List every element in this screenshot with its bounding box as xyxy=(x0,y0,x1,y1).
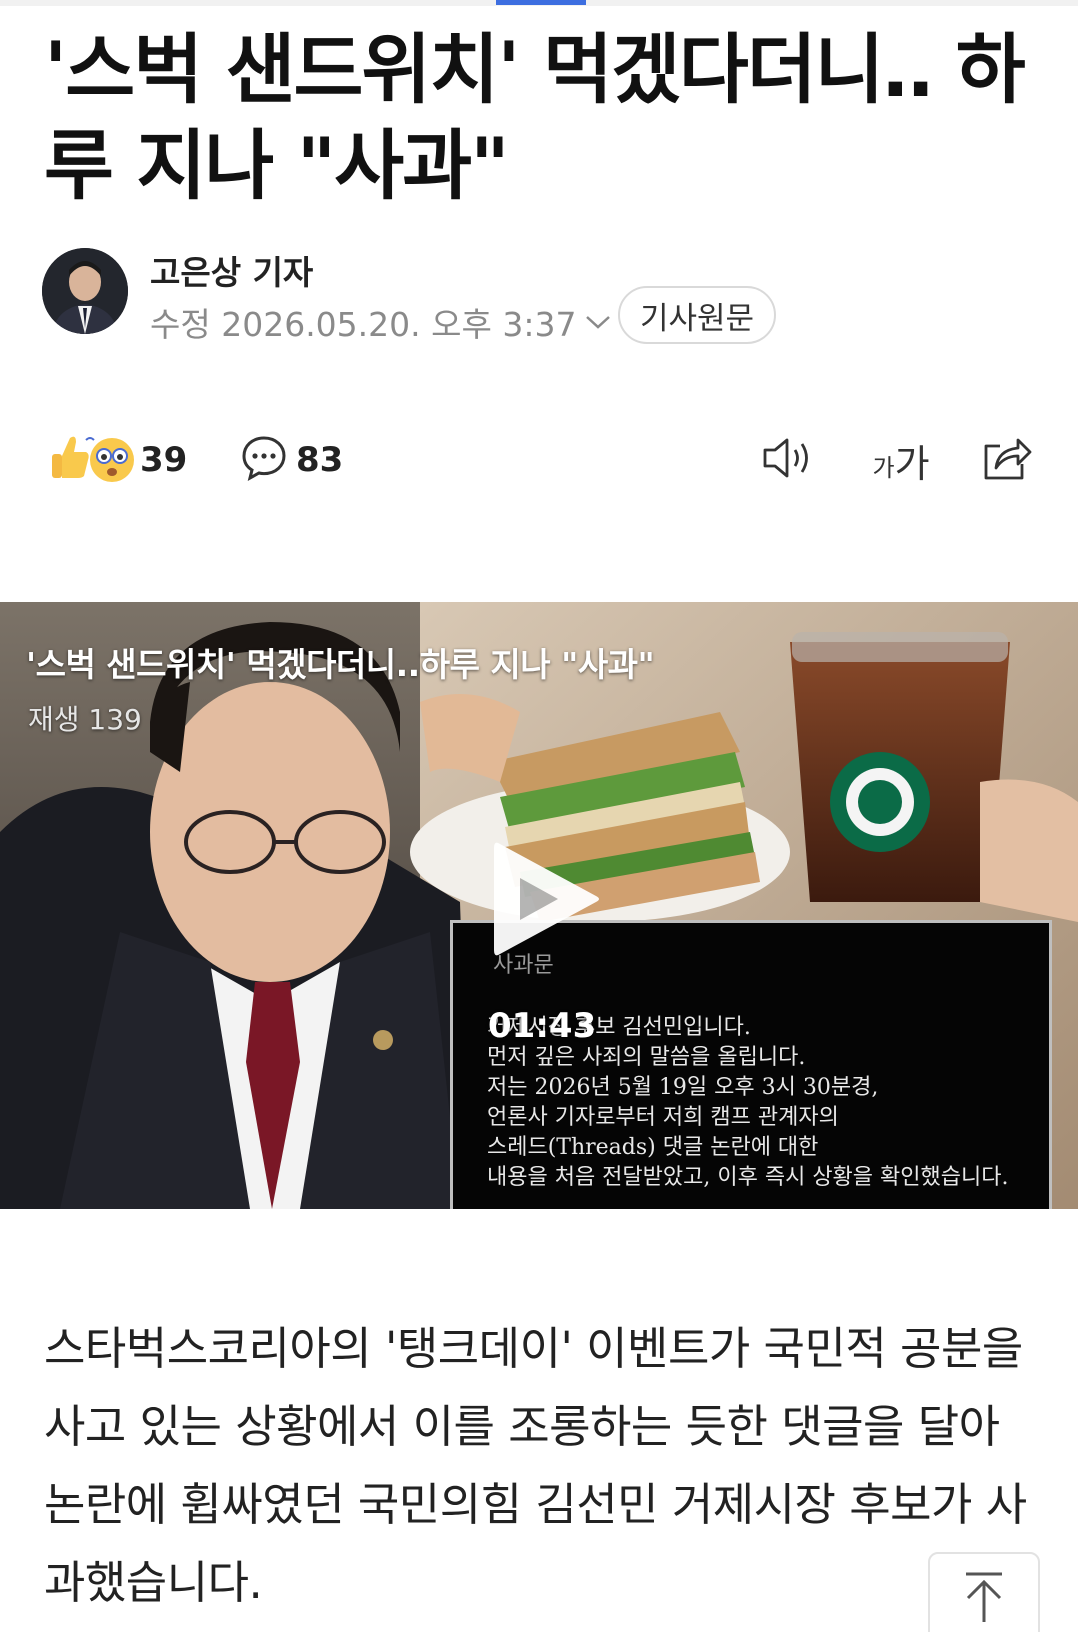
author-name[interactable]: 고은상 기자 xyxy=(150,246,313,294)
reaction-count: 39 xyxy=(140,440,188,480)
apology-line: 언론사 기자로부터 저희 캠프 관계자의 xyxy=(487,1105,839,1130)
article-body-paragraph: 스타벅스코리아의 '탱크데이' 이벤트가 국민적 공분을 사고 있는 상황에서 … xyxy=(44,1322,1027,1609)
apology-line: 저는 2026년 5월 19일 오후 3시 30분경, xyxy=(487,1075,879,1100)
font-size-small-label: 가 xyxy=(872,453,895,482)
font-size-button[interactable]: 가 가 xyxy=(866,434,936,486)
video-title: '스벅 샌드위치' 먹겠다더니..하루 지나 "사과" xyxy=(26,645,655,684)
comment-count: 83 xyxy=(296,440,344,480)
comment-icon xyxy=(240,434,288,486)
apology-line: 내용을 처음 전달받았고, 이후 즉시 상황을 확인했습니다. xyxy=(487,1165,1009,1190)
font-size-large-label: 가 xyxy=(894,441,930,486)
author-info: 고은상 기자 수정 2026.05.20. 오후 3:37 기사원문 xyxy=(42,246,1042,346)
speaker-icon xyxy=(761,435,815,485)
article-headline: '스벅 샌드위치' 먹겠다더니‥ 하루 지나 "사과" xyxy=(44,25,1026,210)
video-play-count: 재생 139 xyxy=(28,703,142,736)
video-duration: 01:43 xyxy=(488,1006,597,1046)
author-avatar[interactable] xyxy=(42,248,128,334)
reaction-emoji-icon xyxy=(46,430,136,490)
arrow-up-icon xyxy=(962,1570,1006,1628)
share-button[interactable] xyxy=(976,434,1036,486)
comment-button[interactable]: 83 xyxy=(240,430,343,490)
chevron-down-icon[interactable] xyxy=(584,300,612,339)
video-player[interactable]: 사과문 거제시장 후보 김선민입니다. 먼저 깊은 사죄의 말씀을 올립니다. … xyxy=(0,602,1078,1209)
play-button[interactable] xyxy=(486,834,606,968)
original-article-button[interactable]: 기사원문 xyxy=(618,286,777,344)
apology-line: 스레드(Threads) 댓글 논란에 대한 xyxy=(487,1135,819,1160)
reaction-button[interactable]: 39 xyxy=(46,430,187,490)
play-icon xyxy=(486,842,606,968)
share-icon xyxy=(980,434,1032,486)
modified-date[interactable]: 수정 2026.05.20. 오후 3:37 xyxy=(150,298,612,346)
modified-date-text: 수정 2026.05.20. 오후 3:37 xyxy=(150,305,577,344)
scroll-to-top-button[interactable] xyxy=(928,1552,1040,1632)
text-to-speech-button[interactable] xyxy=(758,434,818,486)
article-action-bar: 39 83 가 가 xyxy=(46,430,1036,490)
top-progress-indicator xyxy=(496,0,586,5)
